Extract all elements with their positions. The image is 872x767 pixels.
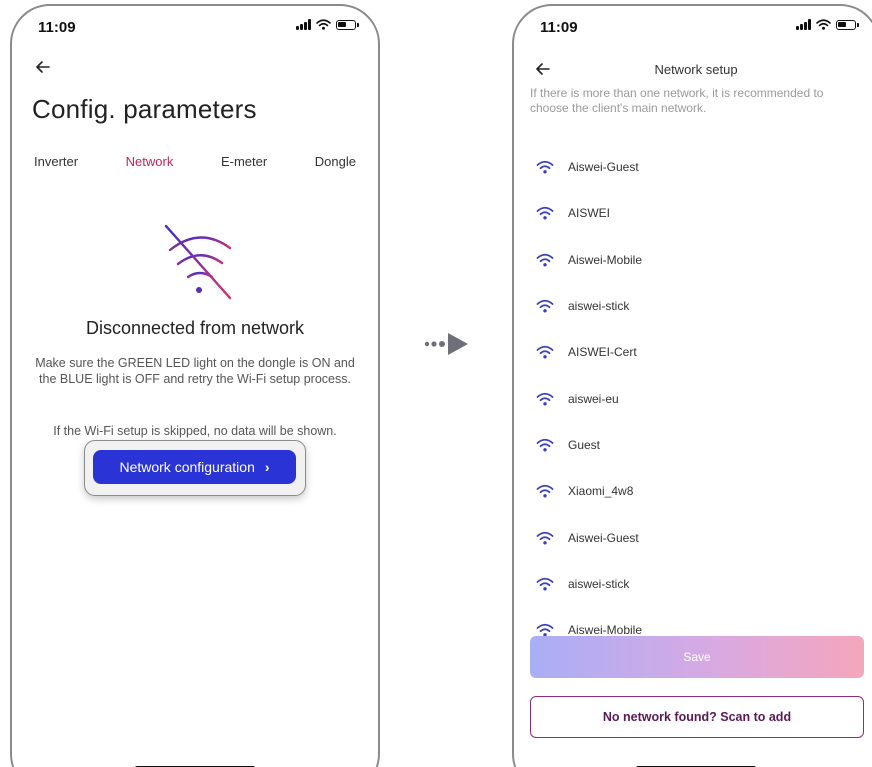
status-icons (796, 19, 859, 30)
network-list-item[interactable]: Aiswei-Guest (536, 144, 862, 190)
wifi-status-icon (816, 19, 831, 30)
status-bar: 11:09 (514, 6, 872, 46)
wifi-icon (536, 531, 554, 545)
network-list-item[interactable]: Aiswei-Guest (536, 514, 862, 560)
network-name: AISWEI-Cert (568, 345, 637, 360)
tab-network[interactable]: Network (126, 154, 174, 169)
wifi-icon (536, 623, 554, 637)
wifi-icon (536, 160, 554, 174)
cellular-signal-icon (296, 19, 311, 30)
status-time: 11:09 (38, 19, 76, 36)
network-list-item[interactable]: Xiaomi_4w8 (536, 468, 862, 514)
page-title: Config. parameters (32, 94, 257, 124)
network-configuration-button[interactable]: Network configuration › (93, 450, 296, 484)
network-name: Guest (568, 437, 601, 452)
network-config-highlight: Network configuration › (84, 440, 306, 496)
network-name: Aiswei-Mobile (568, 252, 643, 267)
network-name: aiswei-stick (568, 576, 630, 591)
status-bar: 11:09 (12, 6, 378, 46)
cellular-signal-icon (796, 19, 811, 30)
network-list-item[interactable]: Guest (536, 422, 862, 468)
disconnected-title: Disconnected from network (85, 318, 305, 338)
network-name: Xiaomi_4w8 (568, 484, 634, 499)
network-list-item[interactable]: Aiswei-Mobile (536, 237, 862, 283)
tab-e-meter[interactable]: E-meter (221, 154, 267, 169)
network-hint: If there is more than one network, it is… (530, 86, 824, 115)
battery-icon (836, 19, 859, 30)
network-name: Aiswei-Guest (568, 160, 639, 175)
wifi-icon (536, 577, 554, 591)
disconnected-description: Make sure the GREEN LED light on the don… (35, 356, 355, 386)
network-configuration-label: Network configuration (119, 459, 255, 475)
network-name: Aiswei-Mobile (568, 623, 643, 638)
network-list: Aiswei-Guest AISWEI Aiswei-Mobile aiswei-st… (536, 144, 862, 653)
network-list-item[interactable]: aiswei-eu (536, 375, 862, 421)
wifi-icon (536, 207, 554, 220)
page-title: Network setup (654, 62, 738, 77)
wifi-off-icon (164, 224, 232, 300)
network-list-item[interactable]: AISWEI-Cert (536, 329, 862, 375)
network-list-item[interactable]: aiswei-stick (536, 561, 862, 607)
status-icons (296, 19, 359, 30)
network-name: AISWEI (568, 206, 611, 221)
tab-bar: Inverter Network E-meter Dongle (34, 154, 356, 169)
wifi-icon (536, 485, 554, 498)
network-name: aiswei-eu (568, 391, 619, 406)
skip-note: If the Wi-Fi setup is skipped, no data w… (53, 424, 337, 438)
status-time: 11:09 (540, 19, 578, 36)
wifi-icon (536, 346, 554, 359)
wifi-icon (536, 299, 554, 313)
network-name: aiswei-stick (568, 299, 630, 314)
tab-inverter[interactable]: Inverter (34, 154, 78, 169)
wifi-icon (536, 438, 554, 452)
network-list-item[interactable]: AISWEI (536, 190, 862, 236)
wifi-icon (536, 392, 554, 406)
wifi-icon (536, 253, 554, 267)
chevron-right-icon: › (264, 459, 270, 475)
transition-arrow-icon (424, 333, 468, 355)
phone-config-parameters: 11:09 Config. parameters Inverter Networ… (10, 4, 380, 767)
tab-dongle[interactable]: Dongle (315, 154, 356, 169)
network-name: Aiswei-Guest (568, 530, 639, 545)
wifi-status-icon (316, 19, 331, 30)
battery-icon (336, 19, 359, 30)
back-arrow-icon[interactable] (32, 56, 54, 78)
network-list-item[interactable]: aiswei-stick (536, 283, 862, 329)
scan-to-add-button[interactable]: No network found? Scan to add (530, 696, 864, 738)
save-button[interactable]: Save (530, 636, 864, 678)
phone-network-setup: 11:09 Network setup If there is more tha… (512, 4, 872, 767)
